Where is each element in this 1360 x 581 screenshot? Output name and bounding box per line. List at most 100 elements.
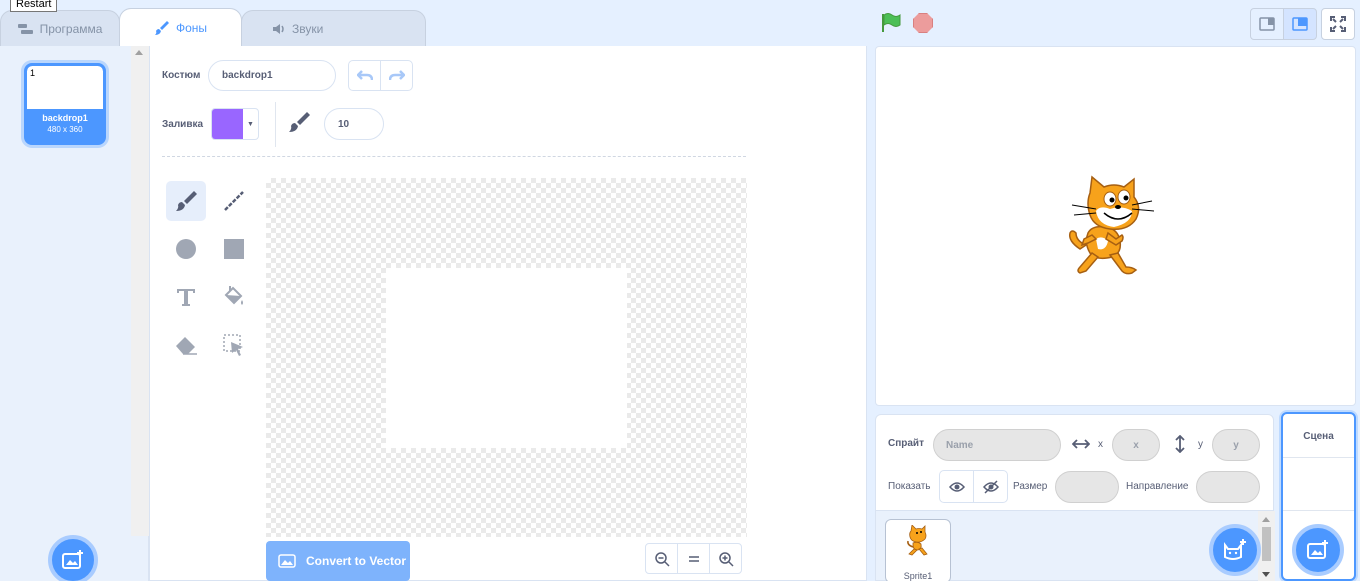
backdrop-number: 1: [30, 68, 36, 78]
undo-redo-group: [348, 60, 413, 91]
horizontal-arrows-icon: [1072, 439, 1090, 449]
show-label: Показать: [888, 481, 931, 492]
stage-size-toggle: [1250, 8, 1317, 40]
y-input[interactable]: y: [1212, 429, 1260, 461]
rectangle-tool-icon: [224, 239, 244, 259]
line-tool[interactable]: [214, 181, 254, 221]
add-backdrop-icon: [62, 550, 83, 569]
add-backdrop-icon: [1307, 540, 1328, 559]
brush-icon: [154, 20, 169, 35]
zoom-out-icon: [654, 551, 670, 567]
size-input[interactable]: [1055, 471, 1119, 503]
green-flag-icon: [882, 13, 901, 32]
circle-tool[interactable]: [166, 229, 206, 269]
costume-name-input[interactable]: backdrop1: [208, 60, 336, 91]
cat-sprite[interactable]: [1066, 175, 1166, 279]
divider: [275, 102, 276, 147]
x-input[interactable]: x: [1112, 429, 1160, 461]
tab-code[interactable]: Программа: [0, 10, 120, 46]
restart-tooltip: Restart: [10, 0, 58, 12]
add-backdrop-button[interactable]: [48, 535, 98, 581]
paint-editor: Костюм backdrop1 Заливка ▼ 10 Convert to…: [149, 46, 867, 581]
speaker-icon: [273, 23, 284, 34]
select-icon: [223, 334, 243, 356]
costume-name-label: Костюм: [162, 70, 201, 81]
eye-slash-icon: [982, 479, 999, 494]
large-stage-icon: [1292, 17, 1308, 31]
stage[interactable]: [875, 46, 1356, 406]
circle-tool-icon: [176, 239, 196, 259]
add-backdrop-stage-button[interactable]: [1292, 524, 1344, 576]
tab-code-label: Программа: [39, 21, 103, 36]
zoom-reset-button[interactable]: [677, 543, 710, 574]
convert-to-vector-label: Convert to Vector: [306, 554, 407, 568]
zoom-in-icon: [718, 551, 734, 567]
size-label: Размер: [1013, 481, 1048, 492]
image-icon: [278, 554, 296, 568]
green-flag-button[interactable]: [880, 12, 902, 39]
caret-down-icon: ▼: [247, 120, 254, 128]
fullscreen-icon: [1330, 16, 1346, 32]
backdrop-list-scrollbar[interactable]: [131, 46, 149, 536]
vertical-arrows-icon: [1175, 435, 1185, 453]
sprite-name-input[interactable]: Name: [933, 429, 1061, 461]
add-sprite-button[interactable]: [1209, 524, 1261, 576]
scroll-down-arrow-icon[interactable]: [1262, 572, 1270, 577]
redo-button[interactable]: [380, 60, 413, 91]
divider: [1283, 510, 1354, 511]
scrollbar-thumb[interactable]: [1262, 527, 1271, 561]
show-sprite-button[interactable]: [939, 470, 974, 503]
redo-icon: [388, 69, 405, 80]
eraser-icon: [176, 337, 197, 355]
undo-icon: [356, 69, 373, 80]
zoom-out-button[interactable]: [645, 543, 678, 574]
fill-tool[interactable]: [214, 277, 254, 317]
scroll-up-arrow-icon[interactable]: [135, 50, 143, 55]
fill-color-picker[interactable]: ▼: [211, 108, 259, 140]
backdrop-item[interactable]: 1 backdrop1 480 x 360: [24, 63, 106, 145]
fill-color-swatch: [212, 109, 243, 139]
x-label: x: [1098, 439, 1103, 450]
zoom-controls: [645, 543, 742, 574]
eye-icon: [948, 481, 965, 492]
sprite-tile-name: Sprite1: [903, 571, 933, 581]
backdrop-name: backdrop1: [42, 113, 88, 123]
paint-canvas[interactable]: [266, 178, 747, 537]
sprite-tile[interactable]: Sprite1: [885, 519, 951, 581]
brush-tool-icon: [176, 191, 197, 211]
editor-tabs: Программа Фоны Звуки: [0, 8, 426, 46]
scene-title: Сцена: [1303, 431, 1334, 442]
fullscreen-button[interactable]: [1321, 8, 1355, 40]
convert-to-vector-button[interactable]: Convert to Vector: [266, 541, 410, 581]
tab-backdrops-label: Фоны: [175, 20, 208, 35]
scroll-up-arrow-icon[interactable]: [1262, 517, 1270, 522]
tab-sounds[interactable]: Звуки: [241, 10, 426, 46]
large-stage-button[interactable]: [1283, 8, 1317, 40]
eraser-tool[interactable]: [166, 325, 206, 365]
code-blocks-icon: [17, 23, 33, 34]
backdrop-bitmap: [386, 268, 627, 448]
rectangle-tool[interactable]: [214, 229, 254, 269]
stop-button[interactable]: [913, 13, 933, 33]
zoom-in-button[interactable]: [709, 543, 742, 574]
line-tool-icon: [224, 191, 244, 211]
add-sprite-icon: [1224, 539, 1246, 560]
tab-backdrops[interactable]: Фоны: [119, 8, 242, 46]
backdrop-size: 480 x 360: [47, 125, 83, 134]
select-tool[interactable]: [214, 325, 254, 365]
brush-tool[interactable]: [166, 181, 206, 221]
brush-size-input[interactable]: 10: [324, 108, 384, 140]
text-tool[interactable]: [166, 277, 206, 317]
sprite-label: Спрайт: [888, 438, 924, 449]
backdrop-thumbnail: 1: [27, 66, 103, 109]
small-stage-button[interactable]: [1250, 8, 1284, 40]
paint-bucket-icon: [224, 286, 243, 305]
undo-button[interactable]: [348, 60, 381, 91]
hide-sprite-button[interactable]: [973, 470, 1008, 503]
small-stage-icon: [1259, 17, 1275, 31]
fill-label: Заливка: [162, 119, 204, 130]
direction-input[interactable]: [1196, 471, 1260, 503]
text-tool-icon: [177, 289, 195, 306]
sprite-info-panel: Спрайт Name x x y y Показать Размер Напр…: [875, 414, 1274, 511]
visibility-toggle: [939, 470, 1008, 503]
